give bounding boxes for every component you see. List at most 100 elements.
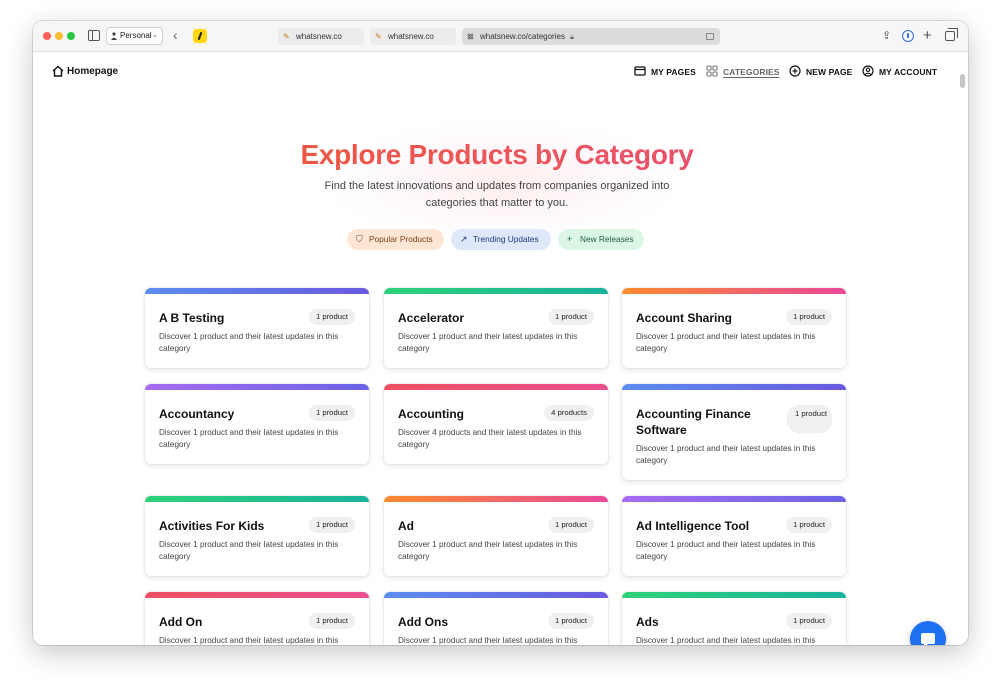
card-accent-bar (622, 288, 846, 294)
category-card[interactable]: A B Testing 1 product Discover 1 product… (145, 288, 369, 368)
homepage-link[interactable]: Homepage (52, 65, 118, 78)
nav-my-pages[interactable]: MY PAGES (634, 66, 696, 78)
nav-my-pages-label: MY PAGES (651, 67, 696, 77)
profile-label: Personal (120, 31, 152, 40)
lock-icon: 🔒︎ (570, 34, 574, 41)
category-card[interactable]: Add Ons 1 product Discover 1 product and… (384, 592, 608, 645)
nav-categories[interactable]: CATEGORIES (706, 65, 780, 78)
product-count-badge: 1 product (308, 405, 355, 421)
category-description: Discover 1 product and their latest upda… (636, 332, 816, 353)
category-card[interactable]: Accelerator 1 product Discover 1 product… (384, 288, 608, 368)
tab-label: whatsnew.co (296, 32, 342, 41)
password-manager-icon[interactable] (902, 30, 914, 42)
category-title: Account Sharing (636, 311, 733, 325)
category-card[interactable]: Ad 1 product Discover 1 product and thei… (384, 496, 608, 576)
nav-new-page-label: NEW PAGE (806, 67, 853, 77)
category-title: A B Testing (159, 311, 225, 325)
site-navbar: Homepage MY PAGES CATEGORIES NEW PAGE MY… (33, 52, 961, 94)
product-count-badge: 4 products (544, 405, 594, 421)
category-description: Discover 1 product and their latest upda… (398, 636, 578, 645)
product-count-badge: 1 product (547, 613, 594, 629)
popular-products-pill[interactable]: ⛉ Popular Products (347, 229, 444, 250)
close-window-button[interactable] (43, 32, 51, 40)
new-tab-icon[interactable]: + (923, 27, 932, 45)
nav-my-account[interactable]: MY ACCOUNT (862, 65, 938, 78)
product-count-badge: 1 product (308, 309, 355, 325)
user-circle-icon (862, 65, 874, 77)
plus-circle-icon (789, 65, 801, 77)
category-card[interactable]: Accountancy 1 product Discover 1 product… (145, 384, 369, 464)
category-title: Add Ons (398, 615, 448, 629)
person-icon (111, 32, 117, 40)
category-title: Accountancy (159, 407, 235, 421)
nav-categories-label: CATEGORIES (723, 67, 780, 77)
category-card[interactable]: Add On 1 product Discover 1 product and … (145, 592, 369, 645)
minimize-window-button[interactable] (55, 32, 63, 40)
share-icon[interactable]: ⇪ (882, 27, 891, 45)
category-description: Discover 1 product and their latest upda… (636, 636, 816, 645)
site-favicon-icon: ✎ (375, 32, 382, 41)
profile-selector[interactable]: Personal ⌄ (106, 27, 163, 45)
tab-label: whatsnew.co (388, 32, 434, 41)
browser-window: Personal ⌄ ‹ ✎ whatsnew.co ✎ whatsnew.co… (33, 21, 968, 645)
extension-icon[interactable] (193, 29, 207, 43)
browser-tab[interactable]: ✎ whatsnew.co (370, 28, 456, 45)
category-description: Discover 4 products and their latest upd… (398, 428, 582, 449)
trending-updates-pill[interactable]: ↗ Trending Updates (451, 229, 551, 250)
product-count-badge: 1 product (308, 517, 355, 533)
category-description: Discover 1 product and their latest upda… (398, 332, 578, 353)
browser-toolbar: Personal ⌄ ‹ ✎ whatsnew.co ✎ whatsnew.co… (33, 21, 968, 52)
category-title: Ad (398, 519, 414, 533)
category-description: Discover 1 product and their latest upda… (398, 540, 578, 561)
chat-bubble-icon (921, 633, 935, 645)
card-accent-bar (384, 592, 608, 598)
card-accent-bar (622, 496, 846, 502)
home-icon (52, 65, 64, 77)
back-arrow-icon[interactable]: ‹ (173, 28, 178, 42)
sidebar-toggle-icon[interactable] (88, 30, 100, 41)
plus-icon: + (567, 234, 573, 244)
browser-tab[interactable]: ✎ whatsnew.co (278, 28, 364, 45)
chevron-down-icon: ⌄ (152, 32, 158, 39)
nav-new-page[interactable]: NEW PAGE (789, 65, 853, 78)
chat-support-button[interactable] (910, 616, 946, 645)
card-accent-bar (384, 384, 608, 390)
zoom-window-button[interactable] (67, 32, 75, 40)
url-text: whatsnew.co/categories (480, 32, 565, 41)
category-title: Activities For Kids (159, 519, 265, 533)
category-card[interactable]: Ad Intelligence Tool 1 product Discover … (622, 496, 846, 576)
category-title: Accounting Finance Software (636, 407, 751, 437)
category-card[interactable]: Account Sharing 1 product Discover 1 pro… (622, 288, 846, 368)
category-description: Discover 1 product and their latest upda… (636, 540, 816, 561)
address-bar-tab-active[interactable]: ⊠ whatsnew.co/categories 🔒︎ (462, 28, 720, 45)
product-count-badge: 1 product (787, 405, 832, 433)
popular-products-label: Popular Products (369, 234, 433, 244)
category-description: Discover 1 product and their latest upda… (159, 540, 339, 561)
category-card[interactable]: Ads 1 product Discover 1 product and the… (622, 592, 846, 645)
category-title: Ads (636, 615, 659, 629)
product-count-badge: 1 product (785, 517, 832, 533)
page-content: Homepage MY PAGES CATEGORIES NEW PAGE MY… (33, 52, 968, 645)
product-count-badge: 1 product (547, 517, 594, 533)
category-title: Accounting (398, 407, 464, 421)
trending-updates-label: Trending Updates (473, 234, 539, 244)
tab-overview-icon[interactable] (945, 28, 958, 41)
nav-my-account-label: MY ACCOUNT (879, 67, 938, 77)
card-accent-bar (145, 384, 369, 390)
new-releases-pill[interactable]: + New Releases (558, 229, 644, 250)
product-count-badge: 1 product (785, 309, 832, 325)
product-count-badge: 1 product (785, 613, 832, 629)
reader-mode-icon[interactable] (706, 33, 714, 40)
trending-up-icon: ↗ (460, 234, 468, 244)
category-card[interactable]: Activities For Kids 1 product Discover 1… (145, 496, 369, 576)
card-accent-bar (384, 288, 608, 294)
category-title: Ad Intelligence Tool (636, 519, 750, 533)
site-favicon-icon: ⊠ (467, 32, 474, 41)
category-card[interactable]: Accounting 4 products Discover 4 product… (384, 384, 608, 464)
category-title: Accelerator (398, 311, 465, 325)
category-description: Discover 1 product and their latest upda… (636, 444, 816, 465)
category-description: Discover 1 product and their latest upda… (159, 636, 339, 645)
shield-icon: ⛉ (356, 234, 363, 244)
card-accent-bar (145, 592, 369, 598)
category-card[interactable]: Accounting Finance Software 1 product Di… (622, 384, 846, 480)
